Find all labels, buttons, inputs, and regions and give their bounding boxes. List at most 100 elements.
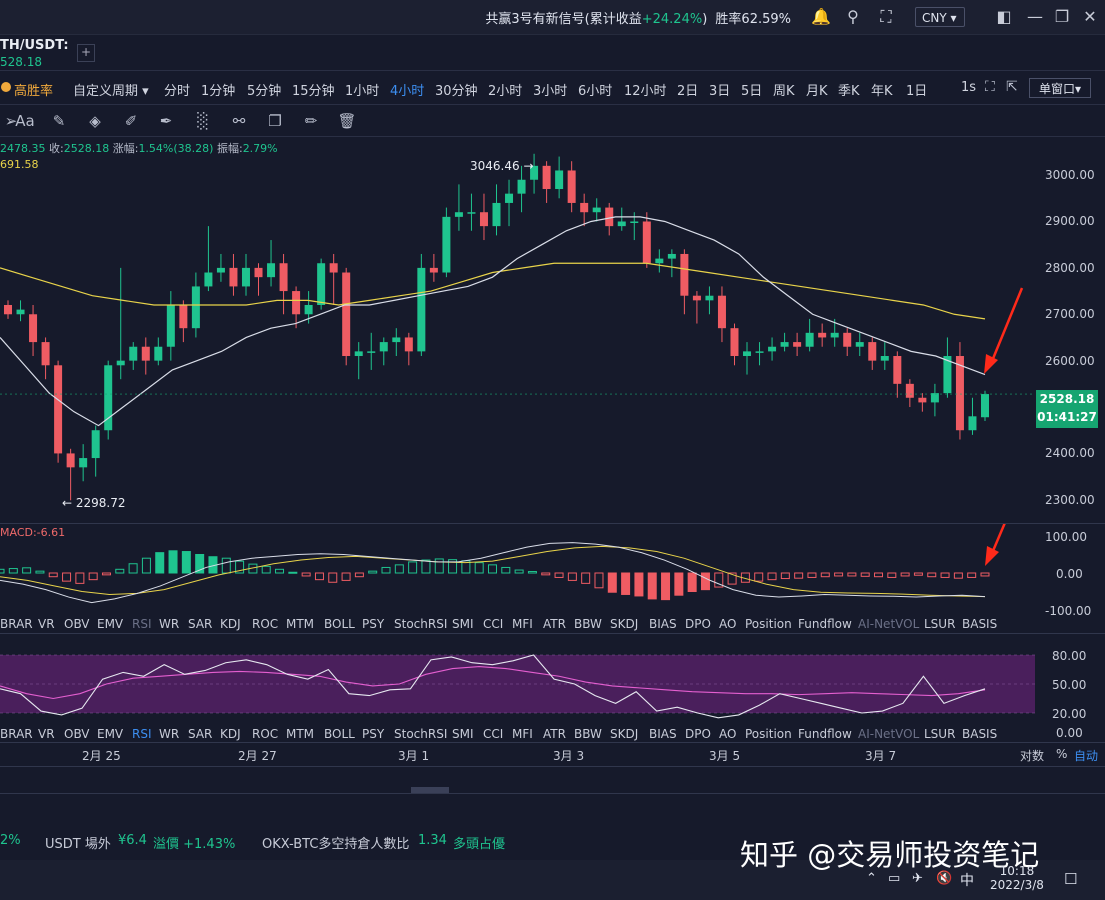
ind1-tab-ao[interactable]: AO — [719, 617, 736, 631]
symbol-pair[interactable]: TH/USDT: — [0, 38, 69, 53]
ind2-tab-sar[interactable]: SAR — [188, 727, 212, 741]
ind1-tab-skdj[interactable]: SKDJ — [610, 617, 638, 631]
shirt-icon[interactable]: ⛶ — [876, 7, 896, 27]
add-tab-button[interactable]: + — [77, 44, 95, 62]
ind1-tab-vr[interactable]: VR — [38, 617, 55, 631]
candlestick-chart[interactable] — [0, 138, 1035, 523]
period-8[interactable]: 3小时 — [533, 80, 567, 99]
ind2-tab-kdj[interactable]: KDJ — [220, 727, 241, 741]
ind1-tab-lsur[interactable]: LSUR — [924, 617, 955, 631]
volume-muted-icon[interactable]: 🔇 — [936, 871, 952, 886]
period-9[interactable]: 6小时 — [578, 80, 612, 99]
interval-1s[interactable]: 1s — [961, 80, 976, 95]
period-7[interactable]: 2小时 — [488, 80, 522, 99]
clock[interactable]: 10:18 2022/3/8 — [990, 864, 1044, 892]
signal-notice[interactable]: 共赢3号有新信号(累计收益+24.24%) 胜率62.59% — [485, 8, 791, 27]
ind1-tab-bias[interactable]: BIAS — [649, 617, 677, 631]
percent-scale-toggle[interactable]: % — [1056, 747, 1067, 761]
period-16[interactable]: 季K — [838, 80, 860, 99]
log-scale-toggle[interactable]: 对数 — [1020, 747, 1044, 764]
ind2-tab-dpo[interactable]: DPO — [685, 727, 711, 741]
ind2-tab-rsi[interactable]: RSI — [132, 727, 152, 741]
ind1-tab-bbw[interactable]: BBW — [574, 617, 602, 631]
ind1-tab-sar[interactable]: SAR — [188, 617, 212, 631]
pattern-icon[interactable]: ◈ — [84, 110, 106, 132]
period-18[interactable]: 1日 — [906, 80, 927, 99]
ind1-tab-atr[interactable]: ATR — [543, 617, 566, 631]
period-15[interactable]: 月K — [806, 80, 828, 99]
ind2-tab-brar[interactable]: BRAR — [0, 727, 33, 741]
auto-scale-toggle[interactable]: 自动 — [1074, 747, 1098, 764]
period-5[interactable]: 4小时 — [390, 80, 424, 99]
close-icon[interactable]: ✕ — [1080, 7, 1100, 27]
period-6[interactable]: 30分钟 — [435, 80, 478, 99]
ind1-tab-boll[interactable]: BOLL — [324, 617, 355, 631]
ind2-tab-bias[interactable]: BIAS — [649, 727, 677, 741]
ind2-tab-fundflow[interactable]: Fundflow — [798, 727, 852, 741]
bell-icon[interactable]: 🔔 — [811, 7, 831, 27]
window-layout-icon[interactable]: ◧ — [994, 7, 1014, 27]
minimize-icon[interactable]: — — [1025, 7, 1045, 27]
ind1-tab-mtm[interactable]: MTM — [286, 617, 314, 631]
pen-icon[interactable]: ✐ — [120, 110, 142, 132]
ind1-tab-position[interactable]: Position — [745, 617, 792, 631]
ind2-tab-mtm[interactable]: MTM — [286, 727, 314, 741]
ind2-tab-obv[interactable]: OBV — [64, 727, 90, 741]
period-4[interactable]: 1小时 — [345, 80, 379, 99]
ind2-tab-wr[interactable]: WR — [159, 727, 179, 741]
ind1-tab-mfi[interactable]: MFI — [512, 617, 533, 631]
high-win-toggle[interactable]: 高胜率 — [14, 80, 53, 99]
period-13[interactable]: 5日 — [741, 80, 762, 99]
fullscreen-icon[interactable]: ⛶ — [985, 79, 995, 95]
ind2-tab-vr[interactable]: VR — [38, 727, 55, 741]
period-2[interactable]: 5分钟 — [247, 80, 281, 99]
single-window-select[interactable]: 单窗口▾ — [1029, 78, 1091, 98]
ruler-icon[interactable]: ✎ — [48, 110, 70, 132]
ind2-tab-cci[interactable]: CCI — [483, 727, 503, 741]
ind2-tab-ai-netvol[interactable]: AI-NetVOL — [858, 727, 919, 741]
trash-icon[interactable]: 🗑 — [336, 110, 358, 132]
currency-select[interactable]: CNY ▾ — [915, 7, 965, 27]
ind2-tab-skdj[interactable]: SKDJ — [610, 727, 638, 741]
ind1-tab-psy[interactable]: PSY — [362, 617, 384, 631]
period-11[interactable]: 2日 — [677, 80, 698, 99]
candle-tool-icon[interactable]: ░ — [192, 110, 214, 132]
period-3[interactable]: 15分钟 — [292, 80, 335, 99]
ind1-tab-stochrsi[interactable]: StochRSI — [394, 617, 447, 631]
text-tool-icon[interactable]: Aa — [12, 110, 38, 132]
popout-icon[interactable]: ⇱ — [1006, 79, 1018, 95]
ind1-tab-basis[interactable]: BASIS — [962, 617, 997, 631]
ind2-tab-basis[interactable]: BASIS — [962, 727, 997, 741]
ind1-tab-rsi[interactable]: RSI — [132, 617, 152, 631]
period-0[interactable]: 分时 — [164, 80, 190, 99]
ind1-tab-cci[interactable]: CCI — [483, 617, 503, 631]
period-17[interactable]: 年K — [871, 80, 893, 99]
copy-icon[interactable]: ❐ — [264, 110, 286, 132]
tray-chevron-icon[interactable]: ⌃ — [866, 871, 877, 886]
ind1-tab-wr[interactable]: WR — [159, 617, 179, 631]
ind1-tab-fundflow[interactable]: Fundflow — [798, 617, 852, 631]
ind1-tab-ai-netvol[interactable]: AI-NetVOL — [858, 617, 919, 631]
ind2-tab-boll[interactable]: BOLL — [324, 727, 355, 741]
edit-icon[interactable]: ✏ — [300, 110, 322, 132]
ind1-tab-kdj[interactable]: KDJ — [220, 617, 241, 631]
search-icon[interactable]: ⚲ — [843, 7, 863, 27]
ind2-tab-psy[interactable]: PSY — [362, 727, 384, 741]
ind2-tab-position[interactable]: Position — [745, 727, 792, 741]
ind1-tab-dpo[interactable]: DPO — [685, 617, 711, 631]
period-1[interactable]: 1分钟 — [201, 80, 235, 99]
ind2-tab-ao[interactable]: AO — [719, 727, 736, 741]
ind1-tab-smi[interactable]: SMI — [452, 617, 474, 631]
ind2-tab-bbw[interactable]: BBW — [574, 727, 602, 741]
ind2-tab-roc[interactable]: ROC — [252, 727, 278, 741]
ind2-tab-emv[interactable]: EMV — [97, 727, 123, 741]
ind1-tab-emv[interactable]: EMV — [97, 617, 123, 631]
ind2-tab-stochrsi[interactable]: StochRSI — [394, 727, 447, 741]
ime-indicator[interactable]: 中 — [960, 870, 974, 890]
ind1-tab-obv[interactable]: OBV — [64, 617, 90, 631]
notification-icon[interactable]: ☐ — [1064, 870, 1077, 888]
ind1-tab-roc[interactable]: ROC — [252, 617, 278, 631]
ind2-tab-smi[interactable]: SMI — [452, 727, 474, 741]
period-10[interactable]: 12小时 — [624, 80, 667, 99]
custom-period-select[interactable]: 自定义周期 ▾ — [73, 80, 149, 99]
